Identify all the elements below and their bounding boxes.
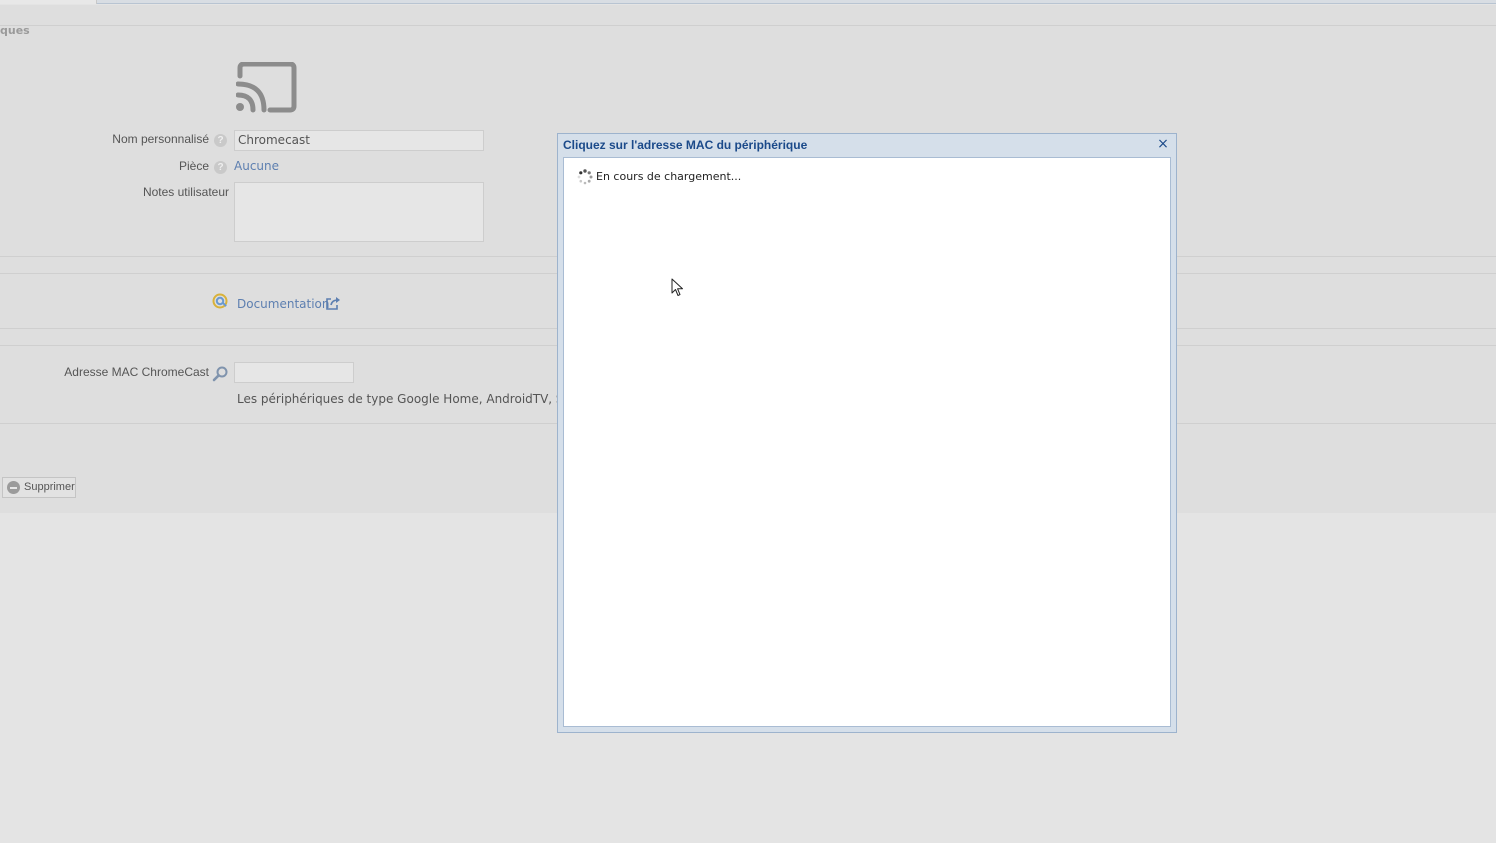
mac-address-dialog: Cliquez sur l'adresse MAC du périphériqu… bbox=[557, 133, 1177, 733]
mac-address-input[interactable] bbox=[234, 362, 354, 383]
mac-address-label: Adresse MAC ChromeCast bbox=[64, 365, 209, 379]
documentation-link[interactable]: Documentation bbox=[237, 297, 330, 311]
mac-help-text: Les périphériques de type Google Home, A… bbox=[237, 392, 557, 406]
delete-button[interactable]: Supprimer bbox=[2, 477, 76, 498]
documentation-icon bbox=[212, 293, 228, 309]
search-icon[interactable] bbox=[212, 365, 229, 382]
external-link-icon[interactable] bbox=[325, 296, 341, 310]
delete-button-label: Supprimer bbox=[24, 481, 75, 493]
divider bbox=[0, 25, 1496, 26]
close-icon[interactable]: × bbox=[1156, 137, 1170, 151]
room-link[interactable]: Aucune bbox=[234, 159, 279, 173]
tab-bar-divider bbox=[97, 3, 1496, 4]
cast-icon bbox=[236, 62, 297, 113]
spinner-icon bbox=[577, 169, 593, 185]
room-label: Pièce bbox=[178, 159, 209, 173]
mouse-cursor-icon bbox=[671, 278, 683, 296]
dialog-title: Cliquez sur l'adresse MAC du périphériqu… bbox=[563, 138, 808, 152]
minus-circle-icon bbox=[7, 481, 20, 494]
user-notes-label: Notes utilisateur bbox=[142, 185, 229, 199]
user-notes-textarea[interactable] bbox=[234, 182, 484, 242]
active-tab[interactable] bbox=[0, 0, 97, 4]
loading-text: En cours de chargement... bbox=[596, 170, 742, 183]
help-icon[interactable]: ? bbox=[214, 134, 227, 147]
custom-name-input[interactable]: Chromecast bbox=[234, 130, 484, 151]
custom-name-label: Nom personnalisé bbox=[112, 132, 209, 146]
dialog-body: En cours de chargement... bbox=[563, 157, 1171, 727]
page: ques Nom personnalisé ? Chromecast Pièce… bbox=[0, 0, 1496, 843]
help-icon[interactable]: ? bbox=[214, 161, 227, 174]
